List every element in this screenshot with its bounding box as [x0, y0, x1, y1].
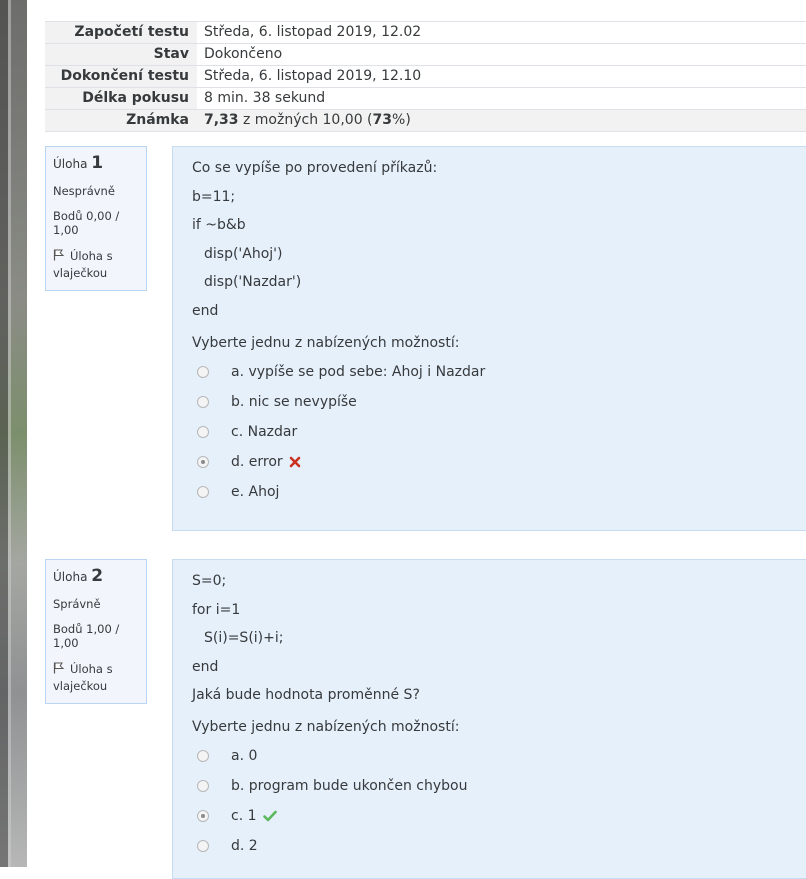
summary-row-state: Stav Dokončeno [45, 44, 806, 66]
option-label: c. Nazdar [231, 423, 298, 440]
attempt-summary-table: Započetí testu Středa, 6. listopad 2019,… [45, 21, 806, 132]
question-text-line: Co se vypíše po provedení příkazů: [192, 160, 438, 176]
code-line: b=11; [192, 188, 236, 205]
answer-prompt: Vyberte jednu z nabízených možností: [192, 719, 460, 735]
radio-button-checked[interactable] [197, 810, 209, 822]
question-prefix: Úloha [53, 570, 88, 584]
code-line: end [192, 658, 219, 675]
question-grade: Bodů 1,00 / 1,00 [53, 622, 120, 650]
flag-question-toggle[interactable]: Úloha s vlaječkou [53, 248, 139, 282]
summary-row-grade: Známka 7,33 z možných 10,00 (73%) [45, 110, 806, 132]
radio-button[interactable] [197, 750, 209, 762]
grade-max: z možných 10,00 ( [238, 112, 373, 128]
answer-option-selected[interactable]: c. 1 [192, 801, 806, 831]
option-label: a. 0 [231, 748, 258, 764]
radio-button[interactable] [197, 425, 209, 438]
answer-option[interactable]: b. nic se nevypíše [192, 387, 806, 417]
answer-prompt: Vyberte jednu z nabízených možností: [192, 334, 460, 351]
question-number: Úloha 2 [53, 566, 139, 586]
grade-points: 7,33 [204, 112, 239, 128]
window-edge [0, 0, 8, 867]
option-label: a. vypíše se pod sebe: Ahoj i Nazdar [231, 363, 486, 380]
flag-icon [53, 662, 65, 674]
option-label: c. 1 [231, 808, 257, 824]
option-label: b. nic se nevypíše [231, 393, 357, 410]
cross-icon [289, 456, 300, 467]
summary-row-started: Započetí testu Středa, 6. listopad 2019,… [45, 22, 806, 44]
question-state: Správně [53, 597, 101, 611]
radio-button[interactable] [197, 395, 209, 408]
option-label: b. program bude ukončen chybou [231, 778, 468, 794]
radio-button[interactable] [197, 365, 209, 378]
question-number-value: 2 [91, 566, 104, 586]
answer-option[interactable]: b. program bude ukončen chybou [192, 771, 806, 801]
background-desktop [0, 0, 27, 867]
question-content-1: Co se vypíše po provedení příkazů: b=11;… [172, 146, 806, 531]
code-line: S(i)=S(i)+i; [204, 630, 284, 646]
answer-option[interactable]: a. 0 [192, 741, 806, 771]
summary-label: Délka pokusu [45, 88, 197, 109]
answer-option[interactable]: a. vypíše se pod sebe: Ahoj i Nazdar [192, 357, 806, 387]
quiz-review-page: Započetí testu Středa, 6. listopad 2019,… [27, 0, 806, 879]
answer-option[interactable]: c. Nazdar [192, 417, 806, 447]
window-edge-highlight [8, 0, 11, 867]
answer-option-selected[interactable]: d. error [192, 447, 806, 477]
radio-button[interactable] [197, 840, 209, 852]
code-line: disp('Nazdar') [204, 274, 302, 290]
question-info-1: Úloha 1 Nesprávně Bodů 0,00 / 1,00 Úloha… [45, 146, 147, 291]
code-line: end [192, 302, 219, 319]
summary-label: Dokončení testu [45, 66, 197, 87]
code-line: disp('Ahoj') [204, 245, 283, 262]
option-label: d. error [231, 453, 283, 470]
question-content-2: S=0; for i=1 S(i)=S(i)+i; end Jaká bude … [172, 559, 806, 879]
summary-row-completed: Dokončení testu Středa, 6. listopad 2019… [45, 66, 806, 88]
summary-value: 8 min. 38 sekund [204, 90, 326, 106]
question-number: Úloha 1 [53, 153, 139, 173]
summary-value: Středa, 6. listopad 2019, 12.10 [204, 68, 422, 84]
answer-option[interactable]: e. Ahoj [192, 477, 806, 507]
summary-grade-value: 7,33 z možných 10,00 (73%) [197, 110, 806, 131]
summary-row-duration: Délka pokusu 8 min. 38 sekund [45, 88, 806, 110]
answer-option[interactable]: d. 2 [192, 831, 806, 861]
code-line: S=0; [192, 573, 227, 589]
code-line: if ~b&b [192, 217, 246, 233]
flag-icon [53, 249, 65, 261]
question-state: Nesprávně [53, 184, 115, 198]
flag-question-toggle[interactable]: Úloha s vlaječkou [53, 661, 139, 695]
summary-value: Středa, 6. listopad 2019, 12.02 [204, 24, 422, 40]
grade-end: %) [392, 112, 411, 128]
question-text-line: Jaká bude hodnota proměnné S? [192, 687, 420, 703]
check-icon [262, 810, 277, 822]
question-prefix: Úloha [53, 157, 88, 171]
code-line: for i=1 [192, 601, 241, 618]
question-grade: Bodů 0,00 / 1,00 [53, 209, 120, 237]
summary-label: Stav [45, 44, 197, 65]
question-info-2: Úloha 2 Správně Bodů 1,00 / 1,00 Úloha s… [45, 559, 147, 704]
option-label: e. Ahoj [231, 483, 280, 500]
radio-button-checked[interactable] [197, 455, 209, 468]
summary-label: Započetí testu [45, 22, 197, 43]
summary-label: Známka [45, 110, 197, 131]
radio-button[interactable] [197, 485, 209, 498]
radio-button[interactable] [197, 780, 209, 792]
grade-percent: 73 [372, 112, 393, 128]
summary-value: Dokončeno [204, 46, 283, 62]
option-label: d. 2 [231, 838, 258, 854]
question-number-value: 1 [91, 153, 104, 173]
